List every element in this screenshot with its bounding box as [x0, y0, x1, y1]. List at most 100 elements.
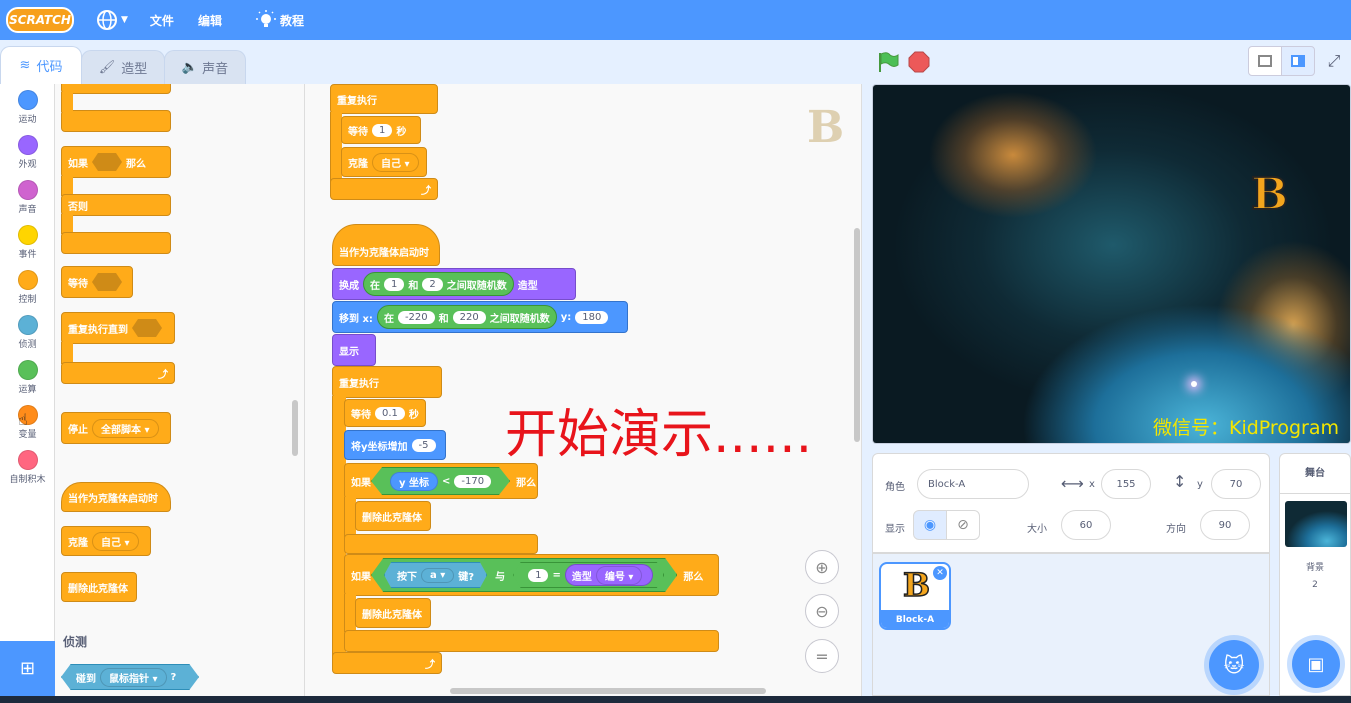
small-stage-button[interactable] — [1248, 46, 1282, 76]
forever-block[interactable]: 重复执行 — [330, 84, 438, 114]
palette-stop-block[interactable]: 停止 全部脚本 ▾ — [61, 412, 171, 444]
zoom-in-button[interactable]: ⊕ — [805, 550, 839, 584]
y-input[interactable]: 180 — [575, 310, 609, 324]
palette-block-fragment[interactable] — [61, 110, 171, 132]
add-sprite-button[interactable]: 🐱 — [1209, 640, 1259, 690]
less-than-operator[interactable]: y 坐标 < -170 — [371, 467, 511, 495]
equals-left-input[interactable]: 1 — [528, 568, 549, 582]
touching-dropdown[interactable]: 鼠标指针 ▾ — [100, 667, 167, 687]
show-hidden-button[interactable]: ⊘ — [946, 510, 980, 540]
clone-dropdown[interactable]: 自己 ▾ — [372, 152, 419, 172]
wait-seconds-input[interactable]: 0.1 — [375, 406, 405, 420]
clone-dropdown[interactable]: 自己 ▾ — [92, 531, 139, 551]
category-looks[interactable]: 外观 — [0, 135, 55, 170]
and-operator[interactable]: 按下 a ▾ 键? 与 1 = 造型 编号 ▾ — [371, 558, 678, 592]
show-block[interactable]: 显示 — [332, 334, 376, 366]
forever-block[interactable]: 重复执行 — [332, 366, 442, 398]
scratch-logo[interactable]: SCRATCH — [6, 7, 74, 33]
condition-slot[interactable] — [92, 273, 122, 291]
category-label: 事件 — [18, 250, 37, 260]
y-input[interactable]: 70 — [1211, 469, 1261, 499]
sprite-name-input[interactable]: Block-A — [917, 469, 1029, 499]
costume-attr-dropdown[interactable]: 编号 ▾ — [595, 565, 643, 585]
zoom-out-button[interactable]: ⊖ — [805, 594, 839, 628]
category-sound[interactable]: 声音 — [0, 180, 55, 215]
category-myblocks[interactable]: 自制积木 — [0, 450, 55, 485]
script-workspace[interactable]: 重复执行 等待 1 秒 克隆 自己 ▾ ⤴ 当作为克隆体启动时 换成 在 1 和 2 之间取随… — [305, 84, 862, 696]
palette-touching-block[interactable]: 碰到 鼠标指针 ▾? — [61, 664, 199, 690]
palette-repeat-until-block[interactable]: 重复执行直到 — [61, 312, 175, 344]
random-max-input[interactable]: 2 — [422, 277, 443, 291]
random-reporter[interactable]: 在 -220 和 220 之间取随机数 — [376, 305, 557, 329]
tab-costumes[interactable]: 🖌 造型 — [81, 50, 165, 84]
switch-costume-block[interactable]: 换成 在 1 和 2 之间取随机数 造型 — [332, 268, 576, 300]
workspace-hscrollbar[interactable] — [450, 688, 766, 694]
category-motion[interactable]: 运动 — [0, 90, 55, 125]
random-reporter[interactable]: 在 1 和 2 之间取随机数 — [363, 272, 514, 296]
category-sensing[interactable]: 侦测 — [0, 315, 55, 350]
file-menu[interactable]: 文件 — [150, 12, 174, 29]
palette-wait-until-block[interactable]: 等待 — [61, 266, 133, 298]
delete-sprite-icon[interactable]: ✕ — [933, 566, 947, 580]
tutorials-menu[interactable]: 教程 — [255, 10, 304, 30]
condition-slot[interactable] — [132, 319, 162, 337]
palette-clone-start-hat[interactable]: 当作为克隆体启动时 — [61, 482, 171, 512]
wait-block[interactable]: 等待 0.1 秒 — [344, 399, 426, 427]
stop-button[interactable] — [908, 51, 930, 73]
zoom-reset-button[interactable]: = — [805, 639, 839, 673]
if-block[interactable]: 如果 y 坐标 < -170 那么 — [344, 463, 538, 499]
x-input[interactable]: 155 — [1101, 469, 1151, 499]
key-pressed-reporter[interactable]: 按下 a ▾ 键? — [384, 562, 488, 588]
clone-start-hat[interactable]: 当作为克隆体启动时 — [332, 224, 440, 266]
clone-block[interactable]: 克隆 自己 ▾ — [341, 147, 427, 177]
eye-slash-icon: ⊘ — [957, 517, 969, 533]
random-min-input[interactable]: -220 — [397, 310, 435, 324]
show-visible-button[interactable]: ◉ — [913, 510, 947, 540]
size-input[interactable]: 60 — [1061, 510, 1111, 540]
key-dropdown[interactable]: a ▾ — [421, 567, 455, 583]
palette-block-fragment[interactable] — [61, 84, 171, 94]
wait-seconds-input[interactable]: 1 — [372, 123, 393, 137]
costume-reporter[interactable]: 造型 编号 ▾ — [564, 564, 654, 586]
stage-canvas[interactable]: B 微信号：KidProgram — [872, 84, 1351, 444]
category-events[interactable]: 事件 — [0, 225, 55, 260]
if-block[interactable]: 如果 按下 a ▾ 键? 与 1 = 造型 编号 ▾ 那么 — [344, 554, 719, 596]
random-min-input[interactable]: 1 — [384, 277, 405, 291]
tab-code[interactable]: ≋ 代码 — [0, 46, 82, 84]
workspace-vscrollbar[interactable] — [854, 228, 860, 442]
wait-block[interactable]: 等待 1 秒 — [341, 116, 421, 144]
fullscreen-button[interactable]: ⤢ — [1319, 46, 1349, 76]
change-y-block[interactable]: 将y坐标增加 -5 — [344, 430, 446, 460]
delete-clone-block[interactable]: 删除此克隆体 — [355, 501, 431, 531]
equals-operator[interactable]: 1 = 造型 编号 ▾ — [513, 562, 665, 588]
sec-label: 秒 — [396, 126, 407, 138]
palette-if-else-block[interactable]: 如果 那么 — [61, 146, 171, 178]
category-control[interactable]: 控制 — [0, 270, 55, 305]
add-extension-button[interactable]: ⊞ — [0, 641, 55, 696]
palette-delete-clone-block[interactable]: 删除此克隆体 — [61, 572, 137, 602]
goto-xy-block[interactable]: 移到 x: 在 -220 和 220 之间取随机数 y: 180 — [332, 301, 628, 333]
edit-menu[interactable]: 编辑 — [198, 12, 222, 29]
stage-selector[interactable]: 舞台 背景 2 ▣ — [1279, 453, 1351, 696]
category-dot — [17, 180, 38, 200]
sprite-tile[interactable]: B Block-A ✕ — [879, 562, 951, 630]
random-max-input[interactable]: 220 — [452, 310, 486, 324]
lt-input[interactable]: -170 — [454, 474, 492, 488]
y-position-reporter[interactable]: y 坐标 — [390, 471, 438, 491]
add-backdrop-button[interactable]: ▣ — [1292, 640, 1340, 688]
palette-scrollbar[interactable] — [292, 400, 298, 456]
green-flag-button[interactable] — [876, 50, 900, 74]
stop-dropdown[interactable]: 全部脚本 ▾ — [92, 418, 159, 438]
delete-clone-block[interactable]: 删除此克隆体 — [355, 598, 431, 628]
sprite-block-a[interactable]: B — [1250, 168, 1289, 221]
block-palette: 如果 那么 否则 等待 重复执行直到 ⤴ 停止 全部脚本 ▾ 当作为克隆体启动时 克… — [55, 84, 305, 696]
tab-sounds[interactable]: 🔈 声音 — [164, 50, 246, 84]
change-y-input[interactable]: -5 — [411, 438, 436, 452]
category-dot — [17, 225, 38, 245]
category-operators[interactable]: 运算 — [0, 360, 55, 395]
direction-input[interactable]: 90 — [1200, 510, 1250, 540]
normal-stage-button[interactable] — [1281, 46, 1315, 76]
condition-slot[interactable] — [92, 153, 122, 171]
language-menu[interactable]: ▼ — [96, 9, 128, 31]
palette-clone-block[interactable]: 克隆 自己 ▾ — [61, 526, 151, 556]
